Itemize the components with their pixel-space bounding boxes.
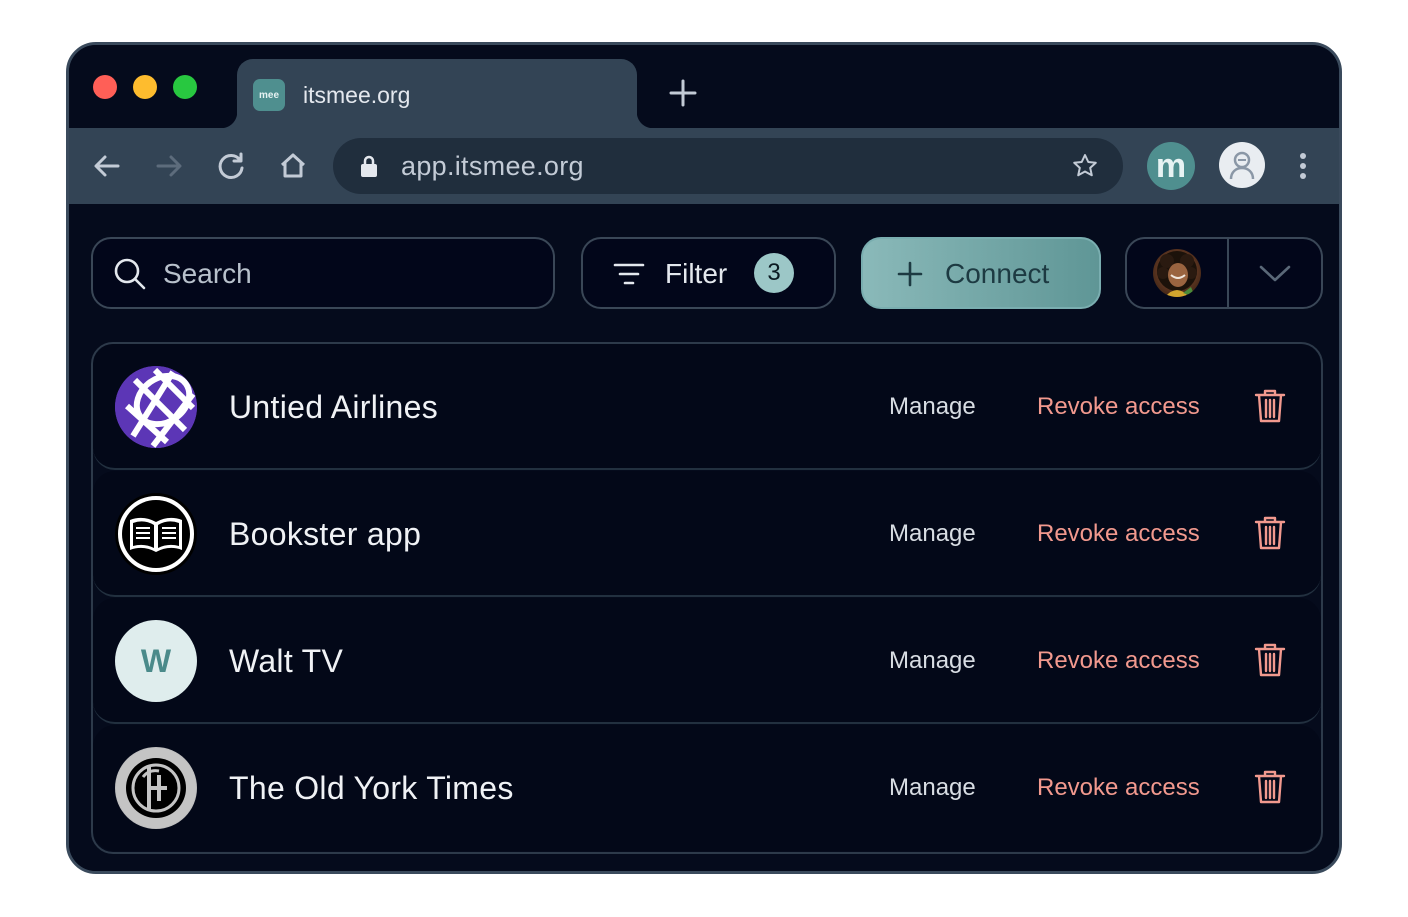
manage-link[interactable]: Manage bbox=[889, 519, 976, 549]
manage-link[interactable]: Manage bbox=[889, 646, 976, 676]
list-item: W Walt TV Manage Revoke access bbox=[93, 598, 1321, 724]
tab-title: itsmee.org bbox=[303, 82, 411, 108]
bookmark-star-icon[interactable] bbox=[1071, 152, 1099, 180]
account-switcher[interactable] bbox=[1125, 237, 1323, 309]
minimize-window-button[interactable] bbox=[133, 75, 157, 99]
itsmee-extension-button[interactable]: m bbox=[1147, 142, 1195, 190]
list-item: Untied Airlines Manage Revoke access bbox=[93, 344, 1321, 470]
forward-arrow-icon[interactable] bbox=[153, 150, 185, 182]
newspaper-seal-icon bbox=[115, 747, 197, 829]
search-icon bbox=[113, 257, 147, 291]
browser-window: mee itsmee.org app.itsmee.org m Search F… bbox=[66, 42, 1342, 874]
revoke-access-link[interactable]: Revoke access bbox=[1037, 646, 1200, 676]
browser-menu-icon[interactable] bbox=[1293, 150, 1313, 182]
user-avatar[interactable] bbox=[1153, 249, 1201, 297]
lock-icon bbox=[357, 154, 381, 178]
search-box[interactable] bbox=[91, 237, 555, 309]
globe-grid-icon bbox=[115, 366, 197, 448]
trash-icon[interactable] bbox=[1253, 769, 1287, 805]
filter-button[interactable]: Filter 3 bbox=[581, 237, 836, 309]
connection-name: Bookster app bbox=[229, 516, 422, 552]
back-arrow-icon[interactable] bbox=[91, 150, 123, 182]
address-bar[interactable]: app.itsmee.org bbox=[333, 138, 1123, 194]
filter-icon bbox=[613, 261, 645, 287]
divider bbox=[1227, 239, 1229, 307]
address-url: app.itsmee.org bbox=[401, 151, 584, 181]
app-content: Filter 3 Connect bbox=[69, 204, 1339, 871]
open-book-icon bbox=[115, 493, 197, 575]
plus-icon bbox=[897, 261, 923, 287]
manage-link[interactable]: Manage bbox=[889, 773, 976, 803]
browser-toolbar: app.itsmee.org m bbox=[69, 128, 1339, 204]
home-icon[interactable] bbox=[277, 150, 309, 182]
list-item: Bookster app Manage Revoke access bbox=[93, 471, 1321, 597]
browser-profile-icon[interactable] bbox=[1219, 142, 1265, 188]
connection-name: Untied Airlines bbox=[229, 389, 439, 425]
revoke-access-link[interactable]: Revoke access bbox=[1037, 519, 1200, 549]
tab-favicon-icon: mee bbox=[253, 79, 285, 111]
filter-label: Filter bbox=[665, 258, 728, 289]
revoke-access-link[interactable]: Revoke access bbox=[1037, 392, 1200, 422]
filter-count-badge: 3 bbox=[754, 253, 794, 293]
manage-link[interactable]: Manage bbox=[889, 392, 976, 422]
revoke-access-link[interactable]: Revoke access bbox=[1037, 773, 1200, 803]
connect-button[interactable]: Connect bbox=[861, 237, 1101, 309]
connection-name: The Old York Times bbox=[229, 770, 514, 806]
list-item: The Old York Times Manage Revoke access bbox=[93, 725, 1321, 851]
browser-tab[interactable]: mee itsmee.org bbox=[221, 59, 653, 128]
new-tab-icon[interactable] bbox=[667, 77, 699, 109]
reload-icon[interactable] bbox=[215, 150, 247, 182]
search-input[interactable] bbox=[163, 255, 533, 293]
maximize-window-button[interactable] bbox=[173, 75, 197, 99]
trash-icon[interactable] bbox=[1253, 642, 1287, 678]
chevron-down-icon[interactable] bbox=[1257, 259, 1293, 287]
walt-tv-logo: W bbox=[115, 620, 197, 702]
trash-icon[interactable] bbox=[1253, 388, 1287, 424]
connection-name: Walt TV bbox=[229, 643, 344, 679]
connect-label: Connect bbox=[945, 258, 1050, 289]
close-window-button[interactable] bbox=[93, 75, 117, 99]
tab-bar: mee itsmee.org bbox=[69, 45, 1339, 128]
trash-icon[interactable] bbox=[1253, 515, 1287, 551]
connections-list: Untied Airlines Manage Revoke access Boo bbox=[91, 342, 1323, 854]
